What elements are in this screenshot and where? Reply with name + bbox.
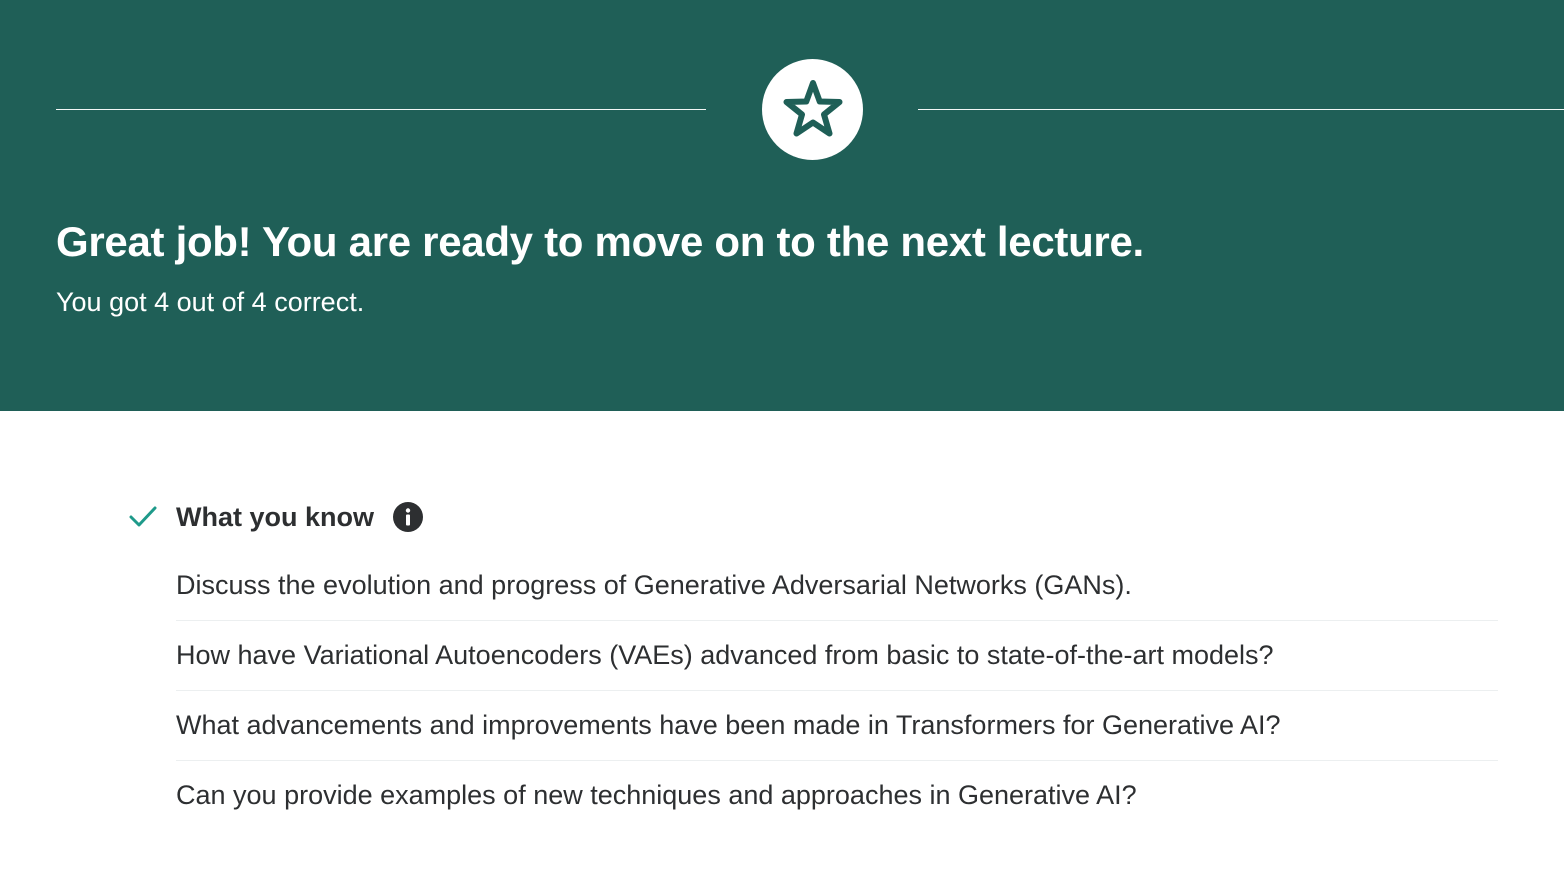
knowledge-list: Discuss the evolution and progress of Ge… [176, 551, 1498, 830]
list-item: What advancements and improvements have … [176, 691, 1498, 761]
star-badge [762, 59, 863, 160]
section-title: What you know [176, 501, 374, 532]
list-item: Can you provide examples of new techniqu… [176, 780, 1137, 810]
score-text: You got 4 out of 4 correct. [56, 287, 365, 317]
results-headline: Great job! You are ready to move on to t… [56, 218, 1144, 265]
list-item: Discuss the evolution and progress of Ge… [176, 551, 1498, 621]
star-icon [783, 79, 842, 136]
info-icon[interactable] [392, 501, 424, 533]
checkmark-icon [128, 502, 158, 532]
divider-right [918, 109, 1564, 110]
what-you-know-header: What you know [128, 497, 424, 537]
list-item: How have Variational Autoencoders (VAEs)… [176, 621, 1498, 691]
results-banner: Great job! You are ready to move on to t… [0, 0, 1564, 411]
divider-left [56, 109, 706, 110]
